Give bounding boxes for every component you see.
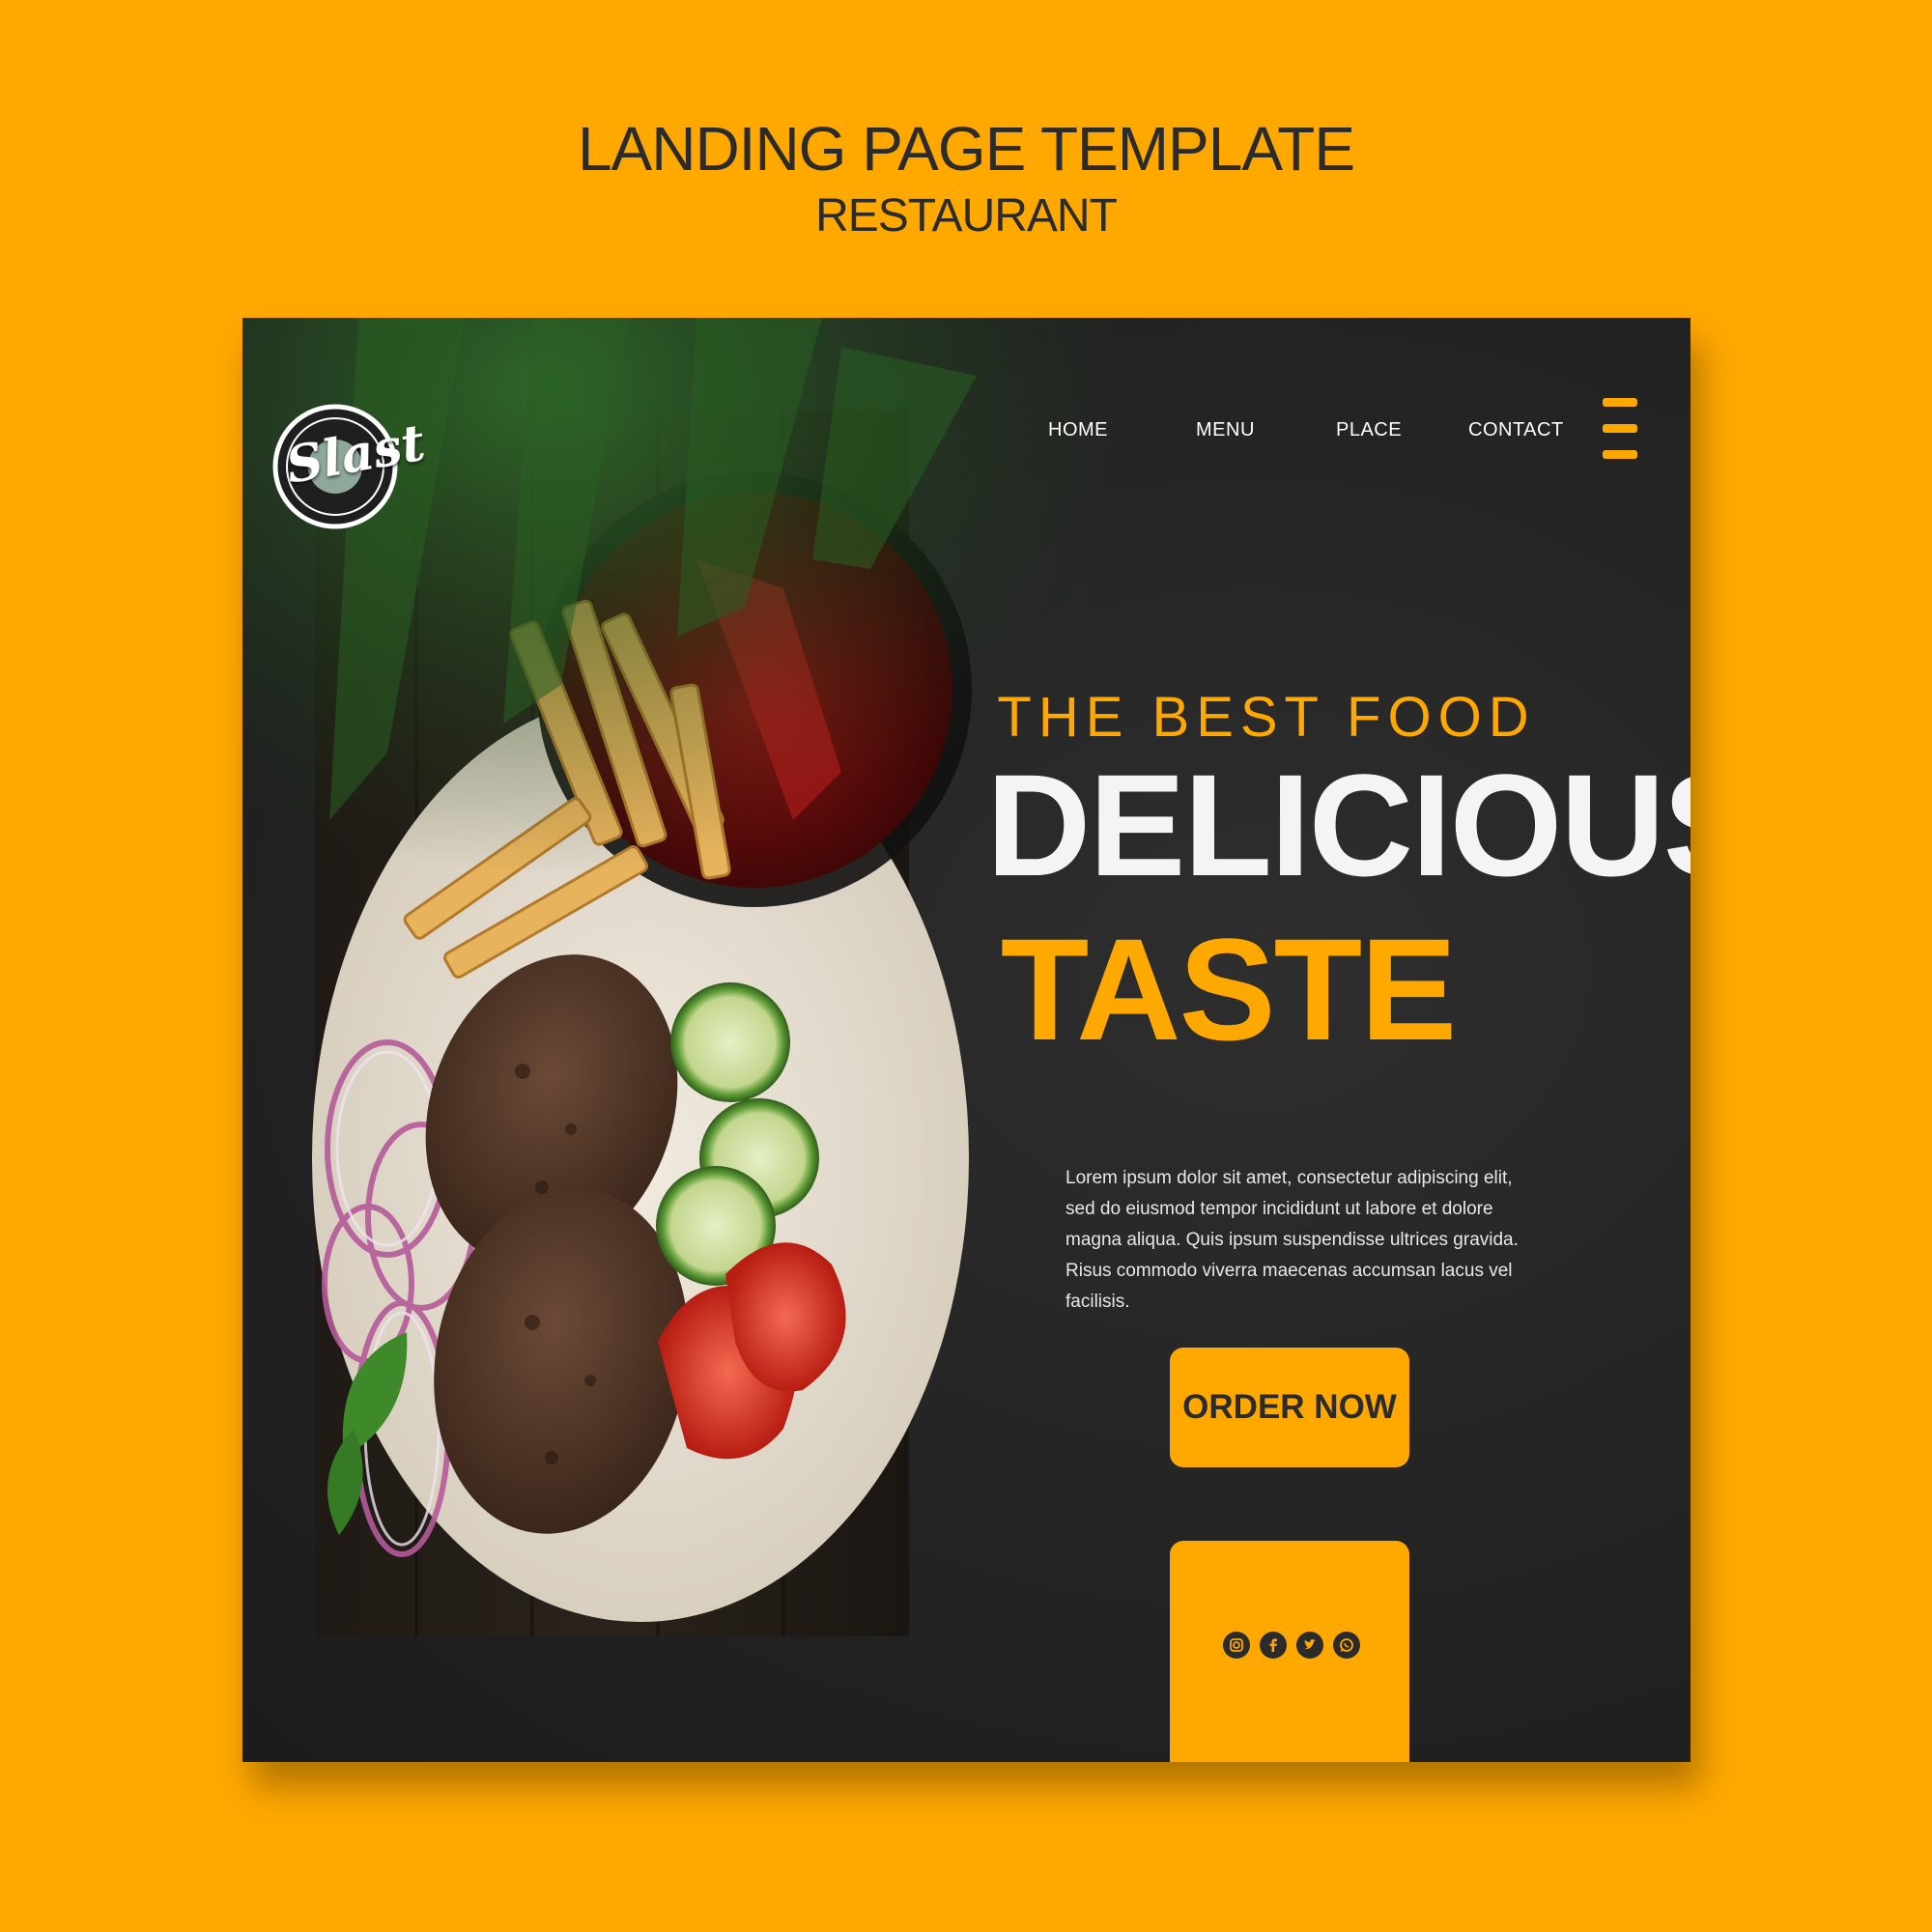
nav-place[interactable]: PLACE bbox=[1336, 419, 1402, 441]
hero-tagline: THE BEST FOOD bbox=[997, 686, 1536, 749]
nav-menu[interactable]: MENU bbox=[1196, 419, 1255, 441]
nav-contact[interactable]: CONTACT bbox=[1468, 419, 1564, 441]
twitter-icon[interactable] bbox=[1296, 1632, 1323, 1659]
hero-headline-delicious: DELICIOUS bbox=[986, 744, 1690, 906]
facebook-icon[interactable] bbox=[1260, 1632, 1287, 1659]
hamburger-menu-icon[interactable] bbox=[1603, 398, 1637, 462]
order-now-button[interactable]: ORDER NOW bbox=[1170, 1348, 1409, 1467]
hero-headline-taste: TASTE bbox=[1000, 908, 1458, 1070]
page-subtitle: RESTAURANT bbox=[815, 190, 1118, 242]
page-title: LANDING PAGE TEMPLATE bbox=[577, 114, 1355, 184]
hero-description: Lorem ipsum dolor sit amet, consectetur … bbox=[1065, 1168, 1519, 1312]
nav-home[interactable]: HOME bbox=[1048, 419, 1108, 441]
social-panel bbox=[1170, 1541, 1409, 1762]
landing-page-mockup: Slast HOME MENU PLACE CONTACT THE BEST F… bbox=[242, 318, 1690, 1762]
social-links bbox=[1223, 1632, 1360, 1659]
whatsapp-icon[interactable] bbox=[1333, 1632, 1360, 1659]
instagram-icon[interactable] bbox=[1223, 1632, 1250, 1659]
